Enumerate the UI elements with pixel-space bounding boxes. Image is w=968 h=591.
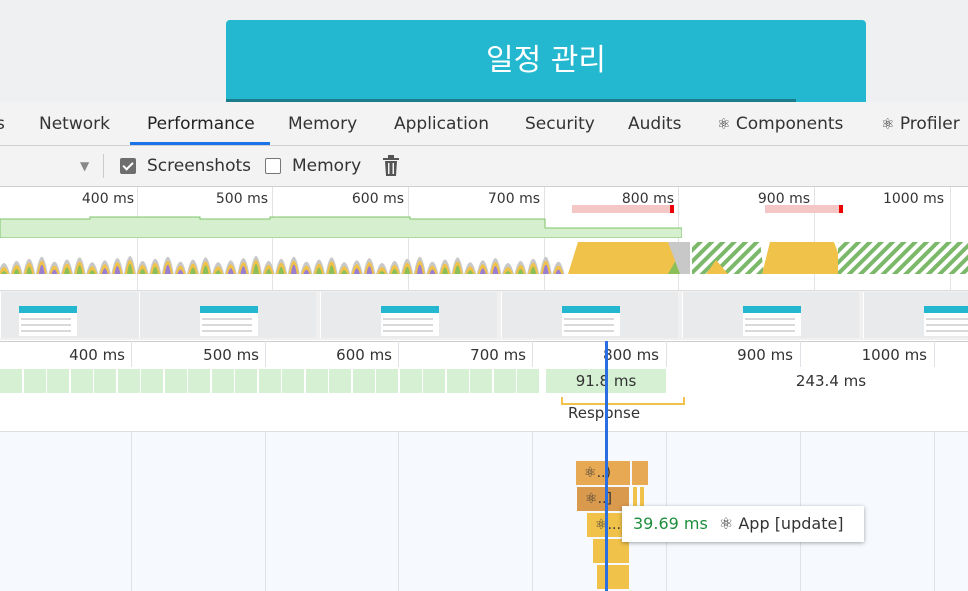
frame-cell[interactable] [493,369,517,393]
long-task-marker [572,205,674,213]
time-cursor [605,341,608,591]
overview-tick-label: 600 ms [351,191,404,207]
toolbar-divider [103,154,104,178]
tab-sources[interactable]: s [0,102,5,145]
tab-audits[interactable]: Audits [628,102,681,145]
react-icon: ⚛ [585,491,598,507]
cpu-activity-chart [0,242,968,274]
flame-tooltip: 39.69 ms ⚛ App [update] [622,506,864,542]
screenshots-checkbox[interactable] [120,158,136,174]
tab-profiler-label: Profiler [899,114,960,134]
frame-cell[interactable] [352,369,376,393]
tab-security[interactable]: Security [525,102,595,145]
frame-cell[interactable] [305,369,329,393]
overview-tick-label: 500 ms [215,191,268,207]
frame-cell[interactable] [47,369,70,393]
screenshot-thumbnail[interactable] [863,292,968,338]
frame-cell[interactable] [258,369,282,393]
frame-cell[interactable] [188,369,211,393]
timeline-tick-label: 1000 ms [861,346,927,364]
trash-icon[interactable] [382,146,400,186]
frame-cell[interactable] [23,369,47,393]
frame-cell[interactable] [517,369,540,393]
memory-checkbox[interactable] [265,158,281,174]
frame-cell[interactable] [70,369,94,393]
long-task-marker-end [839,205,843,213]
timeline-tick-label: 500 ms [203,346,259,364]
triangle-down-icon[interactable]: ▼ [80,146,89,186]
frame-cell[interactable] [211,369,235,393]
frame-label-243[interactable]: 243.4 ms [766,372,896,390]
devtools-tab-bar: s Network Performance Memory Application… [0,102,968,146]
frame-cell[interactable] [470,369,493,393]
memory-label: Memory [292,156,362,176]
long-task-marker-end [670,205,674,213]
flame-block[interactable] [632,461,648,485]
tab-network[interactable]: Network [39,102,110,145]
screenshots-label: Screenshots [147,156,252,176]
frame-cell[interactable] [329,369,352,393]
tooltip-name: App [update] [738,514,844,533]
timeline-tick-label: 800 ms [603,346,659,364]
flame-block[interactable] [593,539,629,563]
screenshot-thumbnail[interactable] [320,292,497,338]
react-icon: ⚛ [881,115,895,133]
frame-cell[interactable] [376,369,399,393]
react-icon: ⚛ [717,115,731,133]
frame-cell[interactable] [423,369,446,393]
frame-cell[interactable] [235,369,258,393]
screenshot-thumbnail[interactable] [682,292,859,338]
tab-components[interactable]: ⚛ Components [717,102,843,145]
interactions-track[interactable] [0,395,968,432]
tab-performance[interactable]: Performance [147,102,255,145]
tooltip-duration: 39.69 ms [633,514,708,533]
performance-toolbar: ▼ Screenshots Memory [0,146,968,187]
frame-cell[interactable] [399,369,423,393]
fps-chart [0,216,682,238]
timeline-tick-label: 600 ms [336,346,392,364]
timeline-tick-label: 700 ms [470,346,526,364]
overview-tick-label: 700 ms [487,191,540,207]
tab-profiler[interactable]: ⚛ Profiler [881,102,960,145]
active-tab-indicator [130,142,270,145]
timeline-tick-label: 900 ms [737,346,793,364]
frame-cell[interactable] [282,369,305,393]
flame-label: ..) [596,465,611,481]
frame-cell[interactable] [164,369,188,393]
flame-block[interactable]: ⚛..) [576,461,630,485]
frame-cell[interactable] [94,369,117,393]
long-task-marker [765,205,843,213]
tab-application[interactable]: Application [394,102,489,145]
timeline-tick-label: 400 ms [69,346,125,364]
frame-cell[interactable] [0,369,23,393]
react-icon: ⚛ [584,465,597,481]
flame-label: ... [607,517,621,533]
screenshot-thumbnail[interactable] [139,292,316,338]
overview-tick-label: 400 ms [81,191,134,207]
react-icon: ⚛ [718,514,734,533]
flame-block[interactable] [597,565,629,589]
overview-tick-label: 1000 ms [882,191,944,207]
tab-memory[interactable]: Memory [288,102,357,145]
tab-components-label: Components [735,114,844,134]
screenshots-filmstrip[interactable] [0,290,968,340]
app-title-header: 일정 관리 [226,20,866,102]
frame-cell[interactable] [117,369,141,393]
frame-cell[interactable] [446,369,470,393]
frame-cell[interactable] [141,369,164,393]
screenshot-thumbnail[interactable] [501,292,678,338]
